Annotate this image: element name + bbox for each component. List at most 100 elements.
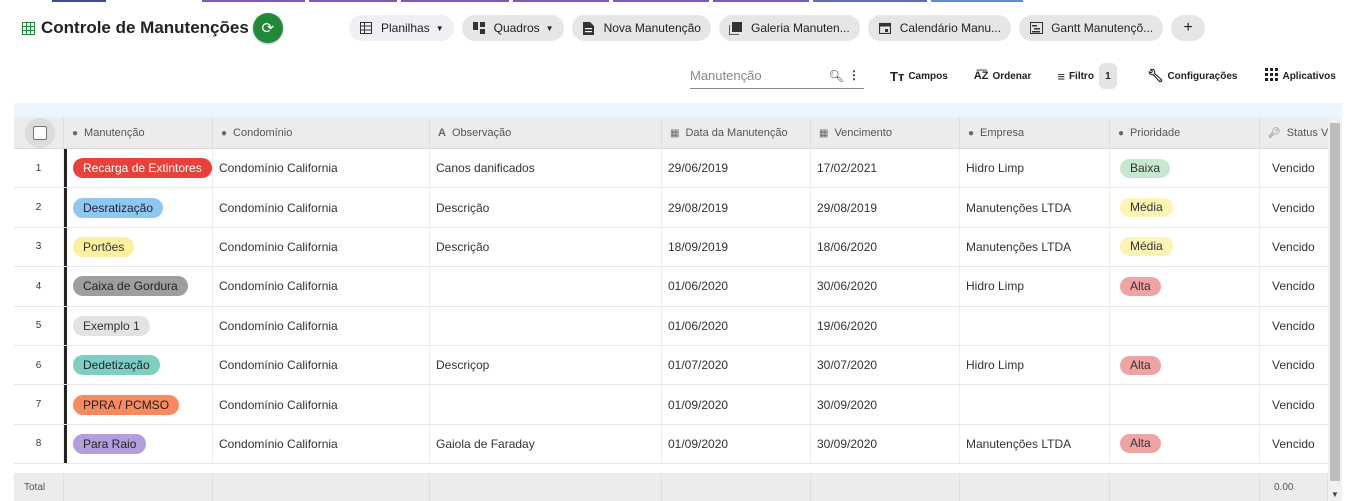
data-manutencao-cell[interactable]: 18/09/2019 — [662, 227, 811, 267]
prioridade-cell[interactable]: Média — [1110, 188, 1260, 227]
add-view-button[interactable]: + — [1171, 15, 1206, 41]
footer-total-value: 0.00 — [1260, 473, 1328, 501]
search-icon[interactable]: 🔍︎ — [829, 69, 844, 83]
observacao-cell[interactable]: Descrição — [430, 188, 662, 227]
search-input[interactable] — [690, 68, 830, 83]
table-row[interactable]: 3 Portões Condomínio California Descrição 18… — [14, 227, 1342, 268]
column-header[interactable]: ● Empresa — [960, 117, 1110, 149]
table-row[interactable]: 5 Exemplo 1 Condomínio California 01/06/202… — [14, 306, 1342, 346]
empresa-cell[interactable]: Manutenções LTDA — [960, 188, 1110, 227]
view-label: Gantt Manutençõ... — [1051, 21, 1154, 35]
observacao-cell[interactable] — [430, 385, 662, 424]
column-header[interactable]: ▦ Vencimento — [811, 117, 960, 149]
prioridade-cell[interactable]: Alta — [1110, 424, 1260, 464]
manutencao-cell[interactable]: Exemplo 1 — [64, 306, 213, 345]
scroll-down-arrow-icon[interactable]: ▼ — [1331, 490, 1339, 499]
observacao-cell[interactable]: Descriçop — [430, 345, 662, 385]
condominio-cell[interactable]: Condomínio California — [213, 188, 430, 227]
prioridade-cell[interactable]: Média — [1110, 227, 1260, 267]
vencimento-cell[interactable]: 17/02/2021 — [811, 149, 960, 188]
vencimento-cell[interactable]: 19/06/2020 — [811, 306, 960, 345]
data-manutencao-cell[interactable]: 29/08/2019 — [662, 188, 811, 227]
observacao-cell[interactable]: Descrição — [430, 227, 662, 267]
manutencao-cell[interactable]: Recarga de Extintores — [64, 149, 213, 188]
sort-button[interactable]: A͞Z Ordenar — [974, 70, 1032, 82]
page-title: Controle de Manutenções — [41, 18, 249, 37]
empresa-cell[interactable]: Hidro Limp — [960, 267, 1110, 306]
apps-button[interactable]: Aplicativos — [1265, 68, 1336, 84]
column-header[interactable]: ▦ Data da Manutenção — [662, 117, 811, 149]
condominio-cell[interactable]: Condomínio California — [213, 424, 430, 464]
view-label: Calendário Manu... — [899, 21, 1002, 35]
table-row[interactable]: 7 PPRA / PCMSO Condomínio California 01/09/… — [14, 385, 1342, 425]
column-header[interactable]: ● Condomínio — [213, 117, 430, 149]
vencimento-cell[interactable]: 30/07/2020 — [811, 345, 960, 385]
view-nova-manutencao[interactable]: Nova Manutenção — [571, 15, 711, 41]
table-row[interactable]: 6 Dedetização Condomínio California Descriç… — [14, 345, 1342, 386]
data-manutencao-cell[interactable]: 01/07/2020 — [662, 345, 811, 385]
column-header[interactable]: A Observação — [430, 117, 662, 149]
vencimento-cell[interactable]: 29/08/2019 — [811, 188, 960, 227]
empresa-cell[interactable]: Hidro Limp — [960, 345, 1110, 385]
condominio-cell[interactable]: Condomínio California — [213, 306, 430, 345]
fields-button[interactable]: Tт Campos — [890, 69, 948, 84]
data-manutencao-cell[interactable]: 01/09/2020 — [662, 385, 811, 424]
row-number: 8 — [14, 424, 64, 464]
observacao-cell[interactable]: Gaiola de Faraday — [430, 424, 662, 464]
condominio-cell[interactable]: Condomínio California — [213, 385, 430, 424]
column-header[interactable]: ● Manutenção — [64, 117, 213, 149]
manutencao-cell[interactable]: Portões — [64, 227, 213, 267]
row-number: 6 — [14, 345, 64, 385]
settings-button[interactable]: 🔧︎ Configurações — [1147, 68, 1238, 84]
empresa-cell[interactable]: Manutenções LTDA — [960, 424, 1110, 464]
view-label: Quadros — [493, 21, 540, 35]
table-row[interactable]: 8 Para Raio Condomínio California Gaiola de… — [14, 424, 1342, 465]
observacao-cell[interactable] — [430, 306, 662, 345]
manutencao-cell[interactable]: Caixa de Gordura — [64, 267, 213, 306]
vencimento-cell[interactable]: 18/06/2020 — [811, 227, 960, 267]
data-manutencao-cell[interactable]: 01/06/2020 — [662, 267, 811, 306]
vertical-scrollbar[interactable]: ▼ — [1328, 117, 1342, 501]
data-manutencao-cell[interactable]: 01/06/2020 — [662, 306, 811, 345]
table-row[interactable]: 4 Caixa de Gordura Condomínio California 01… — [14, 267, 1342, 307]
prioridade-cell[interactable]: Baixa — [1110, 149, 1260, 188]
prioridade-cell[interactable] — [1110, 306, 1260, 345]
condominio-cell[interactable]: Condomínio California — [213, 227, 430, 267]
prioridade-cell[interactable]: Alta — [1110, 345, 1260, 385]
view-quadros[interactable]: Quadros ▼ — [461, 15, 564, 41]
more-options-icon[interactable]: ⋮ — [848, 68, 860, 82]
empresa-cell[interactable]: Hidro Limp — [960, 149, 1110, 188]
condominio-cell[interactable]: Condomínio California — [213, 267, 430, 306]
view-label: Planilhas — [381, 21, 430, 35]
vencimento-cell[interactable]: 30/09/2020 — [811, 424, 960, 464]
observacao-cell[interactable] — [430, 267, 662, 306]
empresa-cell[interactable] — [960, 306, 1110, 345]
vencimento-cell[interactable]: 30/06/2020 — [811, 267, 960, 306]
prioridade-cell[interactable] — [1110, 385, 1260, 424]
table-row[interactable]: 1 Recarga de Extintores Condomínio Califor… — [14, 149, 1342, 189]
view-calendario[interactable]: Calendário Manu... — [867, 15, 1012, 41]
view-galeria[interactable]: Galeria Manuten... — [718, 15, 860, 41]
data-manutencao-cell[interactable]: 01/09/2020 — [662, 424, 811, 464]
manutencao-cell[interactable]: Dedetização — [64, 345, 213, 385]
scrollbar-thumb[interactable] — [1330, 123, 1340, 481]
manutencao-cell[interactable]: Para Raio — [64, 424, 213, 464]
empresa-cell[interactable] — [960, 385, 1110, 424]
sync-button[interactable]: ⟳ — [252, 13, 283, 43]
table-row[interactable]: 2 Desratização Condomínio California Descri… — [14, 188, 1342, 228]
empresa-cell[interactable]: Manutenções LTDA — [960, 227, 1110, 267]
row-number: 4 — [14, 267, 64, 306]
vencimento-cell[interactable]: 30/09/2020 — [811, 385, 960, 424]
column-header[interactable]: ● Prioridade — [1110, 117, 1260, 149]
observacao-cell[interactable]: Canos danificados — [430, 149, 662, 188]
manutencao-cell[interactable]: Desratização — [64, 188, 213, 227]
prioridade-cell[interactable]: Alta — [1110, 267, 1260, 306]
filter-button[interactable]: ≡ Filtro 1 — [1057, 63, 1117, 89]
view-planilhas[interactable]: Planilhas ▼ — [349, 15, 454, 41]
select-all-checkbox[interactable] — [25, 118, 55, 148]
data-manutencao-cell[interactable]: 29/06/2019 — [662, 149, 811, 188]
condominio-cell[interactable]: Condomínio California — [213, 345, 430, 385]
condominio-cell[interactable]: Condomínio California — [213, 149, 430, 188]
manutencao-cell[interactable]: PPRA / PCMSO — [64, 385, 213, 424]
view-gantt[interactable]: Gantt Manutençõ... — [1019, 15, 1164, 41]
